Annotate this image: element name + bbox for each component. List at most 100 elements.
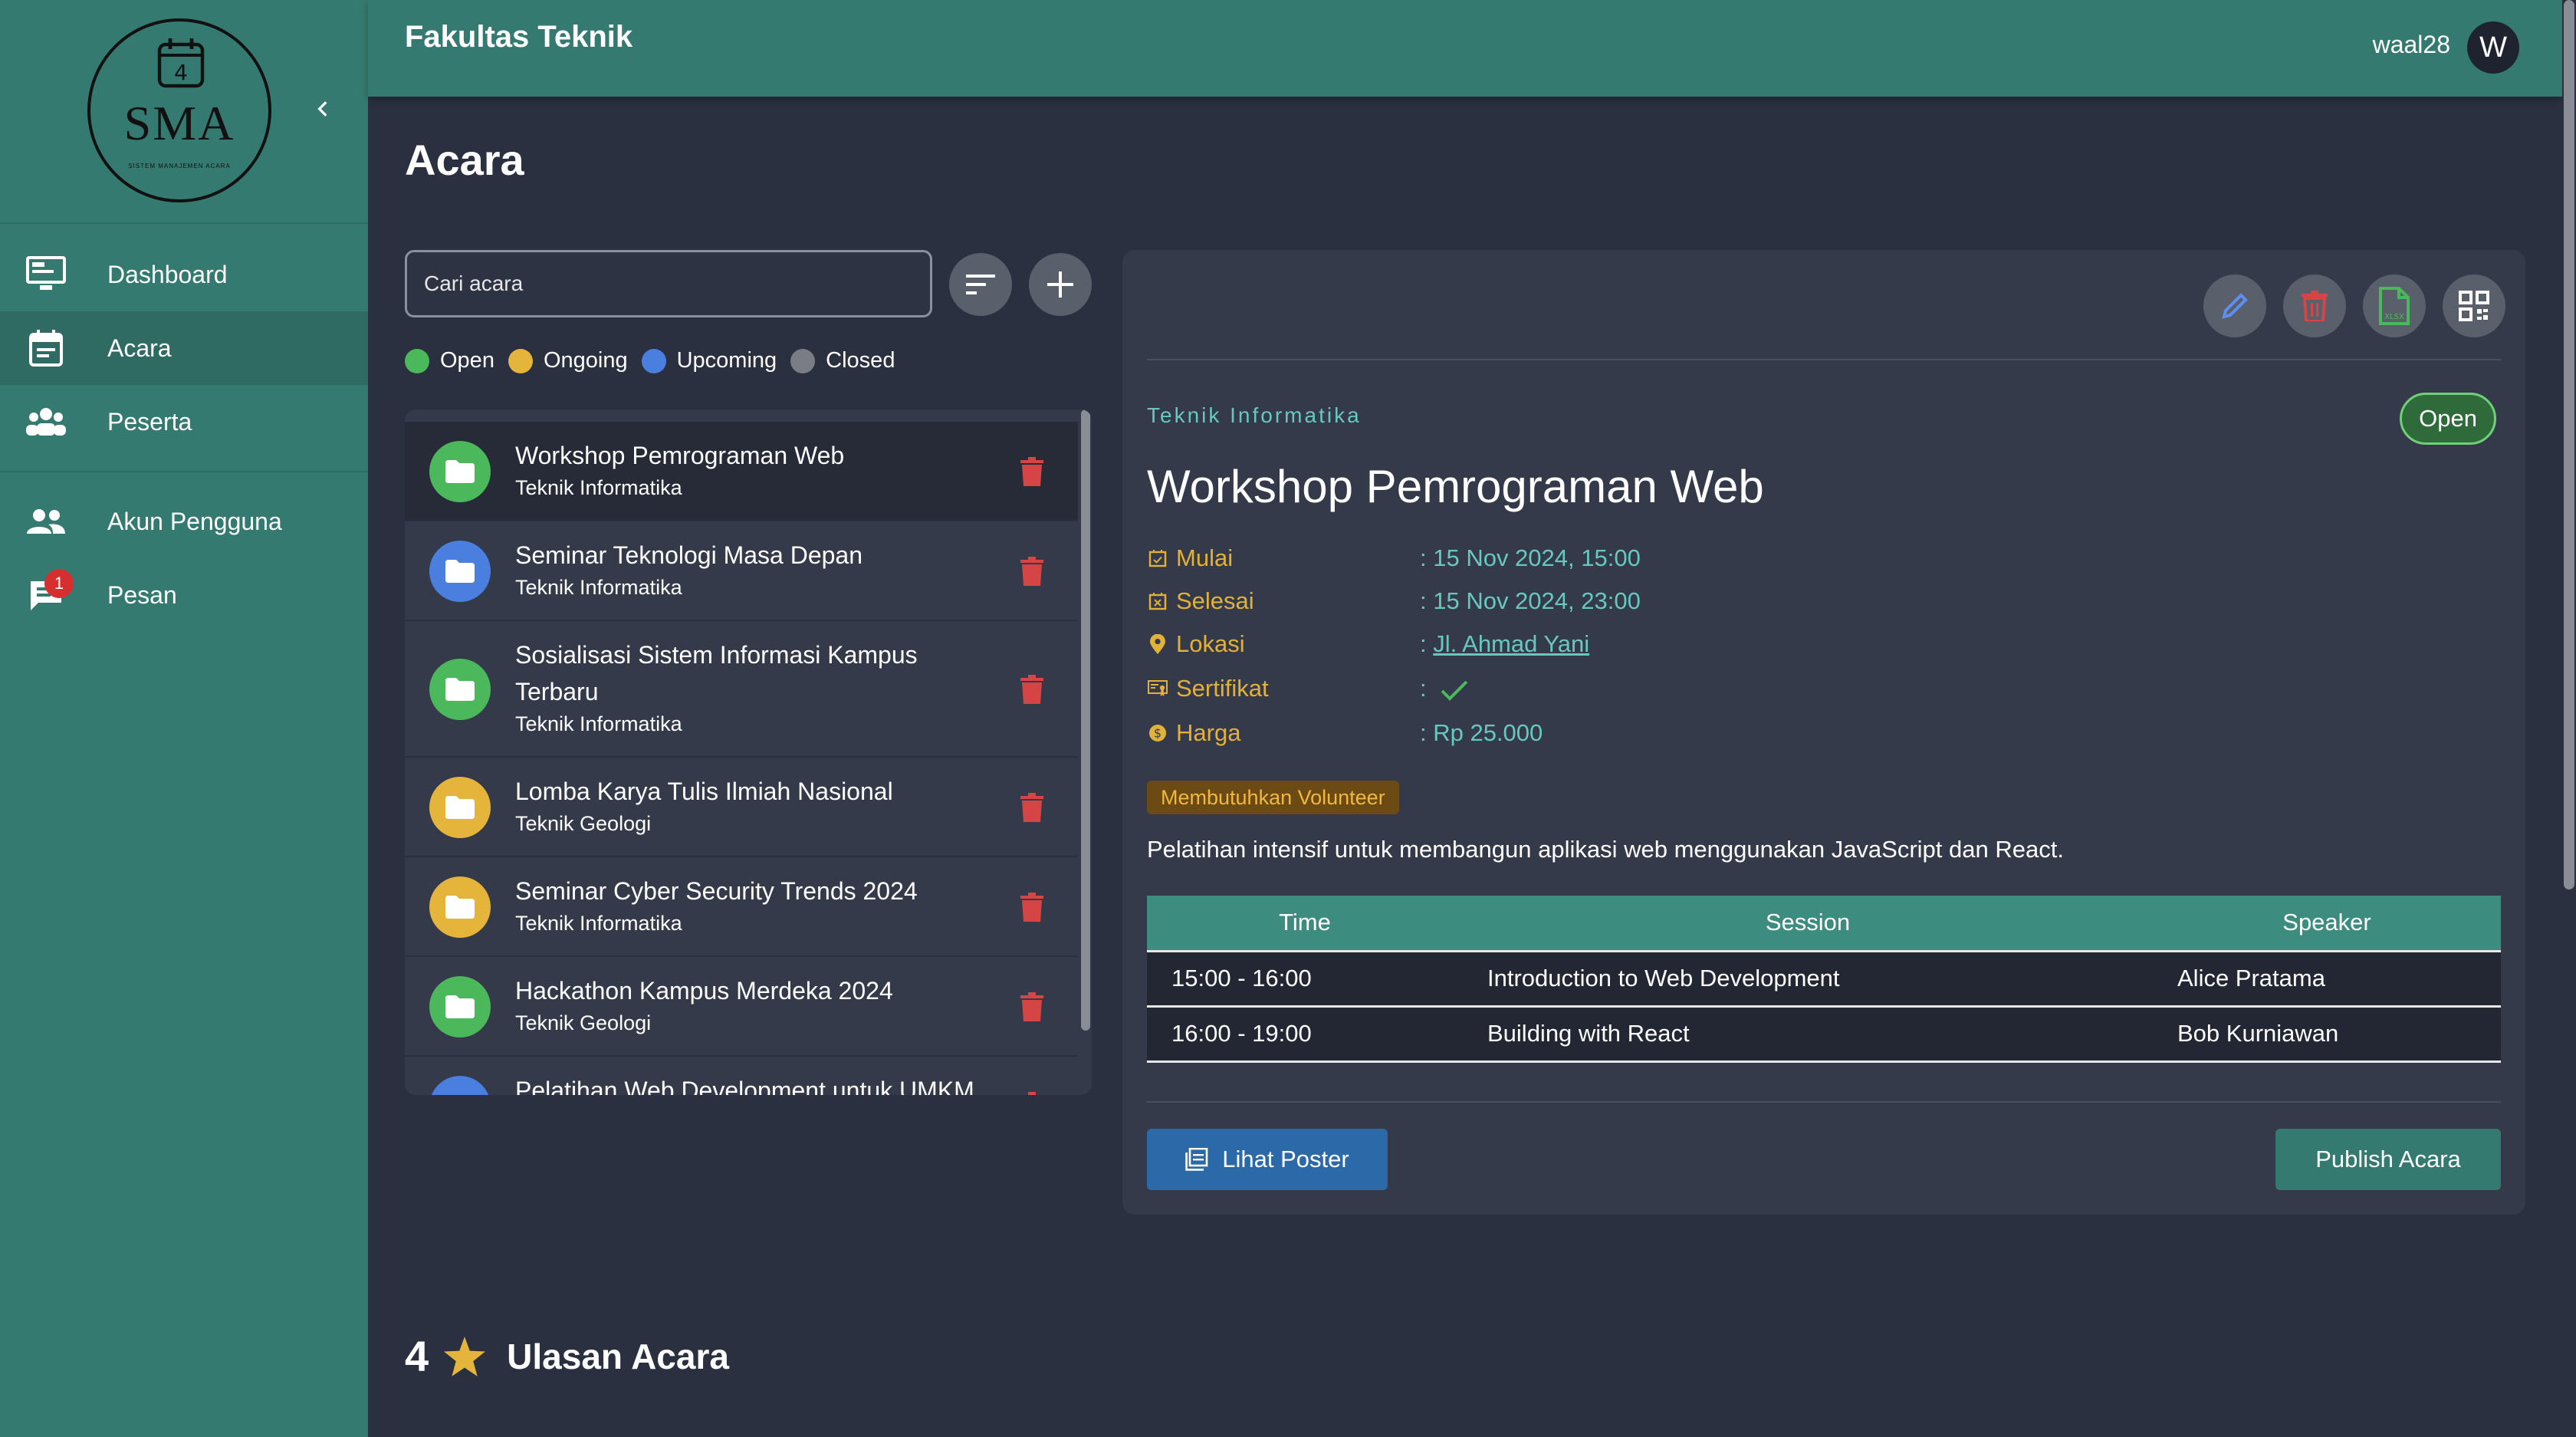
- legend-dot: [641, 348, 666, 373]
- list-item[interactable]: Seminar Teknologi Masa Depan Teknik Info…: [405, 521, 1078, 621]
- page-scrollbar[interactable]: [2562, 0, 2576, 1437]
- cell-session: Introduction to Web Development: [1463, 951, 2153, 1008]
- qr-code-icon: [2459, 291, 2489, 321]
- legend-ongoing: Ongoing: [508, 348, 628, 373]
- delete-event-button[interactable]: [2283, 275, 2346, 337]
- calendar-check-icon: [1147, 548, 1168, 569]
- info-label: Mulai: [1176, 544, 1234, 571]
- export-xlsx-button[interactable]: XLSX: [2363, 275, 2426, 337]
- info-value: : Rp 25.000: [1420, 719, 1543, 746]
- list-scrollbar[interactable]: [1081, 409, 1090, 1084]
- delete-button[interactable]: [1017, 1090, 1047, 1095]
- cell-time: 16:00 - 19:00: [1147, 1006, 1463, 1063]
- list-item[interactable]: Seminar Cyber Security Trends 2024 Tekni…: [405, 857, 1078, 957]
- edit-button[interactable]: [2203, 275, 2266, 337]
- trash-icon: [2302, 291, 2328, 321]
- svg-text:XLSX: XLSX: [2384, 313, 2404, 321]
- event-detail-panel: XLSX Teknik Informatika Open Workshop Pe…: [1122, 250, 2525, 1215]
- divider: [1147, 359, 2501, 360]
- info-label: Lokasi: [1176, 630, 1245, 657]
- delete-button[interactable]: [1017, 554, 1047, 588]
- location-pin-icon: [1147, 633, 1168, 655]
- folder-icon: [429, 541, 491, 602]
- sidebar-item-dashboard[interactable]: Dashboard: [0, 238, 368, 311]
- colon: :: [1420, 630, 1434, 657]
- event-title: Workshop Pemrograman Web: [1147, 461, 1764, 512]
- event-department: Teknik Informatika: [515, 476, 682, 499]
- nav-divider: [0, 471, 368, 472]
- column-header-speaker: Speaker: [2153, 896, 2501, 952]
- logo-area: 4 SMA SISTEM MANAJEMEN ACARA: [0, 0, 368, 224]
- cell-time: 15:00 - 16:00: [1147, 951, 1463, 1008]
- list-item[interactable]: Workshop Pemrograman Web Teknik Informat…: [405, 422, 1078, 521]
- svg-text:4: 4: [174, 60, 188, 85]
- location-link[interactable]: Jl. Ahmad Yani: [1433, 630, 1589, 657]
- event-list[interactable]: Workshop Pemrograman Web Teknik Informat…: [405, 409, 1092, 1095]
- image-stack-icon: [1185, 1148, 1208, 1171]
- page-title: Acara: [405, 136, 524, 184]
- search-input[interactable]: [424, 271, 913, 296]
- app-logo[interactable]: 4 SMA SISTEM MANAJEMEN ACARA: [87, 18, 271, 202]
- event-name: Seminar Teknologi Masa Depan: [515, 541, 863, 569]
- view-poster-button[interactable]: Lihat Poster: [1147, 1129, 1388, 1190]
- info-start: Mulai : 15 Nov 2024, 15:00: [1147, 544, 1641, 572]
- cell-speaker: Alice Pratama: [2153, 951, 2501, 1008]
- legend-label: Open: [440, 348, 495, 373]
- sidebar: 4 SMA SISTEM MANAJEMEN ACARA Dashboard A…: [0, 0, 368, 1437]
- username[interactable]: waal28: [2373, 31, 2450, 59]
- legend-dot: [405, 348, 429, 373]
- delete-button[interactable]: [1017, 890, 1047, 924]
- event-name: Lomba Karya Tulis Ilmiah Nasional: [515, 778, 893, 805]
- info-price: $ Harga : Rp 25.000: [1147, 719, 1543, 747]
- calendar-icon: [25, 327, 67, 370]
- scrollbar-thumb[interactable]: [1081, 409, 1090, 1031]
- delete-button[interactable]: [1017, 672, 1047, 706]
- legend-label: Closed: [826, 348, 895, 373]
- table-header-row: Time Session Speaker: [1147, 896, 2501, 952]
- sidebar-item-akun-pengguna[interactable]: Akun Pengguna: [0, 485, 368, 558]
- sidebar-item-label: Acara: [107, 334, 172, 362]
- legend-label: Upcoming: [676, 348, 777, 373]
- info-location: Lokasi : Jl. Ahmad Yani: [1147, 630, 1589, 658]
- column-header-session: Session: [1463, 896, 2153, 952]
- money-icon: $: [1147, 722, 1168, 744]
- users-icon: [25, 500, 67, 543]
- delete-button[interactable]: [1017, 455, 1047, 488]
- scrollbar-thumb[interactable]: [2564, 0, 2574, 889]
- volunteer-tag: Membutuhkan Volunteer: [1147, 781, 1399, 814]
- list-item[interactable]: Pelatihan Web Development untuk UMKM: [405, 1057, 1078, 1095]
- star-icon: [444, 1336, 486, 1376]
- info-label: Sertifikat: [1176, 675, 1269, 702]
- publish-event-button[interactable]: Publish Acara: [2275, 1129, 2501, 1190]
- sort-button[interactable]: [949, 253, 1012, 316]
- list-item[interactable]: Hackathon Kampus Merdeka 2024 Teknik Geo…: [405, 957, 1078, 1057]
- folder-icon: [429, 1076, 491, 1095]
- search-field[interactable]: [405, 250, 932, 317]
- list-item[interactable]: Sosialisasi Sistem Informasi Kampus Terb…: [405, 621, 1078, 758]
- info-value: :: [1420, 675, 1470, 702]
- folder-icon: [429, 976, 491, 1037]
- calendar-x-icon: [1147, 590, 1168, 612]
- sidebar-item-peserta[interactable]: Peserta: [0, 385, 368, 459]
- event-department: Teknik Informatika: [515, 712, 682, 735]
- schedule-table: Time Session Speaker 15:00 - 16:00 Intro…: [1147, 896, 2501, 1063]
- event-description: Pelatihan intensif untuk membangun aplik…: [1147, 836, 2064, 863]
- event-name: Workshop Pemrograman Web: [515, 442, 845, 469]
- sidebar-item-label: Dashboard: [107, 260, 228, 288]
- sidebar-item-pesan[interactable]: 1 Pesan: [0, 558, 368, 632]
- delete-button[interactable]: [1017, 791, 1047, 824]
- colon: :: [1420, 675, 1427, 702]
- logo-subtitle: SISTEM MANAJEMEN ACARA: [128, 163, 231, 169]
- collapse-sidebar-button[interactable]: [307, 92, 340, 126]
- legend-closed: Closed: [790, 348, 895, 373]
- event-department: Teknik Informatika: [1147, 403, 1362, 427]
- avatar[interactable]: W: [2467, 21, 2519, 74]
- add-event-button[interactable]: [1029, 253, 1092, 316]
- button-label: Publish Acara: [2315, 1146, 2461, 1172]
- delete-button[interactable]: [1017, 990, 1047, 1024]
- logo-text: SMA: [123, 96, 235, 150]
- sidebar-item-acara[interactable]: Acara: [0, 311, 368, 385]
- list-item[interactable]: Lomba Karya Tulis Ilmiah Nasional Teknik…: [405, 758, 1078, 857]
- legend-dot: [508, 348, 533, 373]
- qr-code-button[interactable]: [2443, 275, 2505, 337]
